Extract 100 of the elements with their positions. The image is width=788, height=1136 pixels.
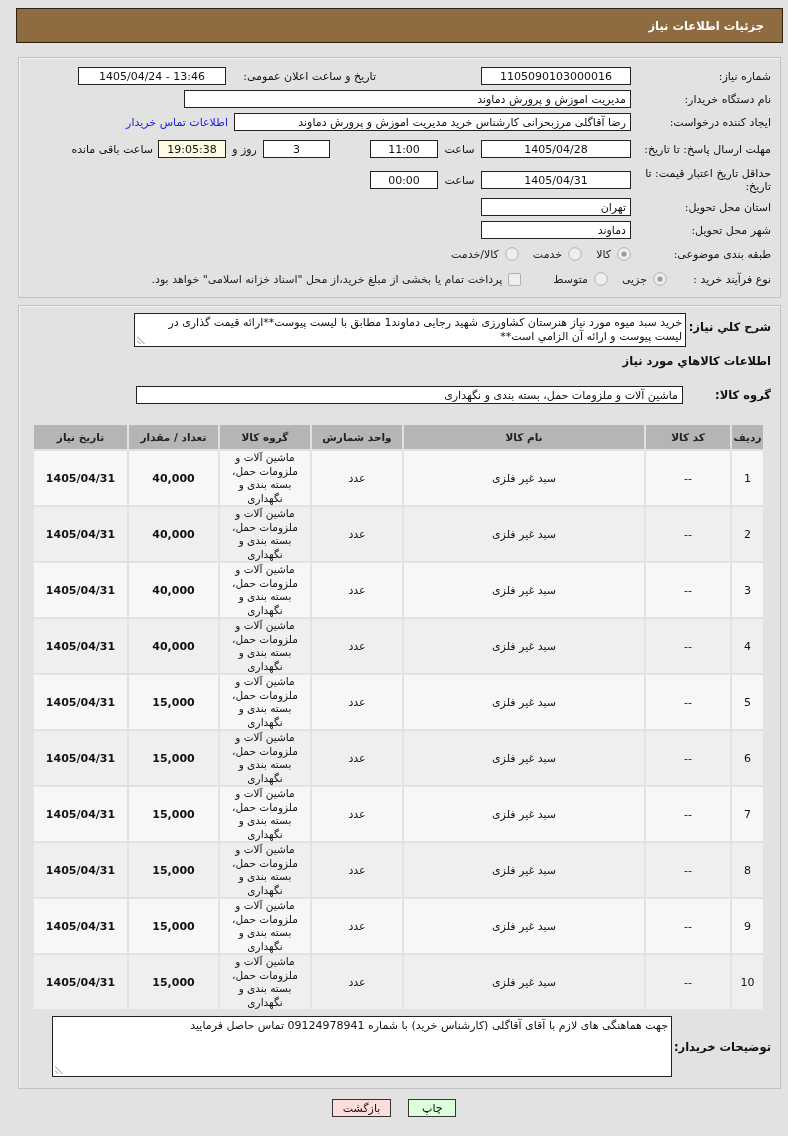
table-cell: 1405/04/31 [34, 899, 127, 953]
column-header: نام کالا [404, 425, 644, 449]
date-field[interactable]: 1405/04/31 [481, 171, 631, 189]
table-cell: عدد [312, 843, 402, 897]
time-field[interactable]: 00:00 [370, 171, 438, 189]
resize-grip-icon[interactable] [55, 1066, 63, 1074]
field-label: نام دستگاه خریدار: [683, 92, 771, 106]
column-header: واحد شمارش [312, 425, 402, 449]
field-label: حداقل تاریخ اعتبار قیمت: تا تاریخ: [644, 167, 771, 193]
table-cell: عدد [312, 899, 402, 953]
buyer-org-field[interactable]: مدیریت اموزش و پرورش دماوند [184, 90, 631, 108]
table-cell: سبد غیر فلزی [404, 451, 644, 505]
remaining-time-field[interactable]: 19:05:38 [158, 140, 226, 158]
days-label: روز و [230, 142, 258, 156]
table-cell: سبد غیر فلزی [404, 787, 644, 841]
radio-option[interactable]: خدمت [532, 247, 583, 261]
radio-icon[interactable] [568, 247, 583, 261]
radio-option[interactable]: جزیی [621, 272, 667, 286]
table-cell: 10 [732, 955, 763, 1009]
days-field[interactable]: 3 [263, 140, 330, 158]
radio-option[interactable]: کالا/خدمت [451, 247, 519, 261]
column-header: تاریخ نیاز [34, 425, 127, 449]
table-cell: سبد غیر فلزی [404, 563, 644, 617]
table-cell: عدد [312, 563, 402, 617]
radio-icon[interactable] [593, 272, 608, 286]
table-cell: 8 [732, 843, 763, 897]
description-textarea[interactable]: خرید سبد میوه مورد نیاز هنرستان کشاورزی شهید رجایی دماوند1 مطابق با لیست پیوست**ارائه قیمت گذاری در لیست پیوست و ارائه آن الزامي است** [134, 313, 686, 347]
table-cell: ماشین آلات و ملزومات حمل، بسته بندی و نگهداری [220, 451, 310, 505]
table-cell: 6 [732, 731, 763, 785]
field-label: مهلت ارسال پاسخ: تا تاریخ: [643, 142, 771, 156]
table-cell: 1405/04/31 [34, 787, 127, 841]
table-cell: ماشین آلات و ملزومات حمل، بسته بندی و نگهداری [220, 619, 310, 673]
table-cell: سبد غیر فلزی [404, 507, 644, 561]
table-cell: عدد [312, 731, 402, 785]
table-cell: 40,000 [129, 563, 218, 617]
table-cell: 4 [732, 619, 763, 673]
print-button[interactable]: چاپ [408, 1099, 457, 1117]
time-field[interactable]: 11:00 [370, 140, 438, 158]
table-cell: 2 [732, 507, 763, 561]
table-cell: 1405/04/31 [34, 955, 127, 1009]
table-cell: -- [646, 955, 730, 1009]
goods-group-field[interactable]: ماشین آلات و ملزومات حمل، بسته بندی و نگهداری [136, 386, 683, 404]
radio-icon[interactable] [504, 247, 519, 261]
table-cell: 15,000 [129, 843, 218, 897]
table-cell: سبد غیر فلزی [404, 675, 644, 729]
section-title: اطلاعات کالاهاي مورد نیاز [621, 354, 771, 368]
city-field[interactable]: دماوند [481, 221, 631, 239]
table-cell: عدد [312, 451, 402, 505]
announcement-datetime-field[interactable]: 1405/04/24 - 13:46 [78, 67, 226, 85]
table-cell: -- [646, 563, 730, 617]
table-cell: 1405/04/31 [34, 619, 127, 673]
field-label: شهر محل تحویل: [690, 223, 771, 237]
time-label: ساعت [443, 142, 476, 156]
buyer-contact-link[interactable]: اطلاعات تماس خریدار [126, 115, 228, 129]
table-cell: 1405/04/31 [34, 451, 127, 505]
table-cell: 15,000 [129, 731, 218, 785]
radio-icon[interactable] [617, 247, 631, 261]
column-header: تعداد / مقدار [129, 425, 218, 449]
table-cell: -- [646, 899, 730, 953]
table-cell: 40,000 [129, 451, 218, 505]
radio-icon[interactable] [653, 272, 667, 286]
checkbox-option[interactable]: پرداخت تمام یا بخشی از مبلغ خرید،از محل "اسناد خزانه اسلامی" خواهد بود. [151, 272, 522, 286]
field-label: ایجاد کننده درخواست: [668, 115, 771, 129]
province-field[interactable]: تهران [481, 198, 631, 216]
table-cell: ماشین آلات و ملزومات حمل، بسته بندی و نگهداری [220, 675, 310, 729]
page-title-bar: جزئیات اطلاعات نیاز [16, 8, 783, 43]
column-header: ردیف [732, 425, 763, 449]
radio-option[interactable]: کالا [596, 247, 631, 261]
requester-field[interactable]: رضا آقاگلی مرزبحرانی کارشناس خرید مدیریت اموزش و پرورش دماوند [234, 113, 631, 131]
date-field[interactable]: 1405/04/28 [481, 140, 631, 158]
table-cell: -- [646, 675, 730, 729]
back-button[interactable]: بازگشت [331, 1099, 392, 1117]
table-cell: سبد غیر فلزی [404, 619, 644, 673]
table-cell: 15,000 [129, 675, 218, 729]
table-cell: عدد [312, 675, 402, 729]
table-cell: سبد غیر فلزی [404, 955, 644, 1009]
table-cell: 9 [732, 899, 763, 953]
buyer-notes-textarea[interactable]: جهت هماهنگی های لازم با آقای آقاگلی (کارشناس خرید) با شماره 09124978941 تماس حاصل فرمایید [52, 1016, 672, 1077]
table-cell: ماشین آلات و ملزومات حمل، بسته بندی و نگهداری [220, 731, 310, 785]
time-label: ساعت [443, 173, 476, 187]
table-cell: 40,000 [129, 619, 218, 673]
table-cell: ماشین آلات و ملزومات حمل، بسته بندی و نگهداری [220, 843, 310, 897]
table-cell: -- [646, 843, 730, 897]
table-cell: -- [646, 619, 730, 673]
radio-option[interactable]: متوسط [553, 272, 608, 286]
resize-grip-icon[interactable] [137, 336, 145, 344]
checkbox-icon[interactable] [508, 272, 522, 286]
field-label: شرح کلي نیاز: [687, 320, 771, 334]
field-label: نوع فرآیند خرید : [692, 272, 771, 286]
table-cell: سبد غیر فلزی [404, 843, 644, 897]
field-label: گروه کالا: [714, 388, 771, 402]
table-cell: عدد [312, 507, 402, 561]
table-cell: عدد [312, 619, 402, 673]
field-label: استان محل تحویل: [683, 200, 771, 214]
table-cell: عدد [312, 787, 402, 841]
table-cell: سبد غیر فلزی [404, 731, 644, 785]
table-cell: 7 [732, 787, 763, 841]
table-cell: 1405/04/31 [34, 843, 127, 897]
need-number-field[interactable]: 1105090103000016 [481, 67, 631, 85]
table-cell: 15,000 [129, 899, 218, 953]
